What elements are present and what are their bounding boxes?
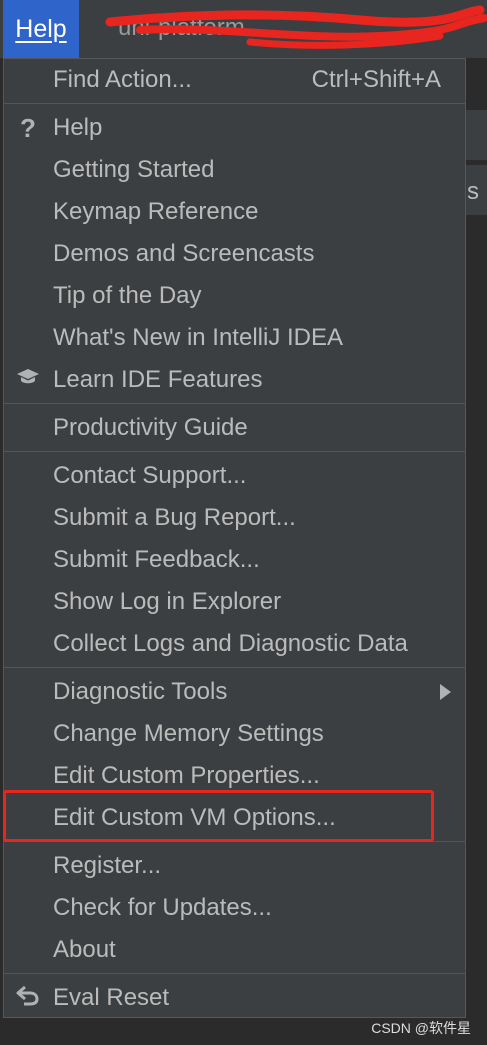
menu-item-submit-feedback[interactable]: Submit Feedback... bbox=[4, 539, 465, 581]
undo-icon bbox=[14, 984, 42, 1013]
find-action-shortcut: Ctrl+Shift+A bbox=[311, 66, 441, 93]
menu-item-help[interactable]: ? Help bbox=[4, 107, 465, 149]
menu-help[interactable]: Help bbox=[3, 0, 79, 58]
menu-item-whats-new[interactable]: What's New in IntelliJ IDEA bbox=[4, 317, 465, 359]
learn-ide-label: Learn IDE Features bbox=[53, 366, 263, 393]
background-text-fragment: s bbox=[467, 178, 479, 205]
show-log-label: Show Log in Explorer bbox=[53, 588, 282, 615]
red-scribble-redaction bbox=[105, 5, 487, 49]
about-label: About bbox=[53, 936, 116, 963]
graduation-cap-icon bbox=[14, 366, 42, 394]
register-label: Register... bbox=[53, 852, 162, 879]
separator bbox=[4, 973, 465, 974]
demos-label: Demos and Screencasts bbox=[53, 240, 315, 267]
getting-started-label: Getting Started bbox=[53, 156, 215, 183]
eval-reset-label: Eval Reset bbox=[53, 984, 170, 1011]
annotation-highlight-box bbox=[3, 790, 434, 842]
menu-item-about[interactable]: About bbox=[4, 929, 465, 971]
separator bbox=[4, 403, 465, 404]
menu-item-change-memory[interactable]: Change Memory Settings bbox=[4, 713, 465, 755]
menu-item-diagnostic-tools[interactable]: Diagnostic Tools bbox=[4, 671, 465, 713]
separator bbox=[4, 451, 465, 452]
submenu-arrow-icon bbox=[440, 684, 451, 700]
edit-properties-label: Edit Custom Properties... bbox=[53, 762, 320, 789]
menu-item-check-updates[interactable]: Check for Updates... bbox=[4, 887, 465, 929]
submit-bug-label: Submit a Bug Report... bbox=[53, 504, 296, 531]
question-icon: ? bbox=[20, 112, 36, 143]
watermark: CSDN @软件星 bbox=[371, 1020, 471, 1036]
menu-help-label: Help bbox=[15, 14, 67, 43]
find-action-label: Find Action... bbox=[53, 66, 192, 93]
check-updates-label: Check for Updates... bbox=[53, 894, 272, 921]
background-toolbar-strip bbox=[466, 110, 487, 160]
menu-item-learn-ide[interactable]: Learn IDE Features bbox=[4, 359, 465, 401]
menu-item-find-action[interactable]: Find Action... Ctrl+Shift+A bbox=[4, 59, 465, 101]
menu-item-submit-bug[interactable]: Submit a Bug Report... bbox=[4, 497, 465, 539]
separator bbox=[4, 667, 465, 668]
menu-item-getting-started[interactable]: Getting Started bbox=[4, 149, 465, 191]
productivity-guide-label: Productivity Guide bbox=[53, 414, 248, 441]
help-dropdown-menu: Find Action... Ctrl+Shift+A ? Help Getti… bbox=[3, 58, 466, 1018]
menu-item-eval-reset[interactable]: Eval Reset bbox=[4, 977, 465, 1019]
menu-item-productivity-guide[interactable]: Productivity Guide bbox=[4, 407, 465, 449]
keymap-reference-label: Keymap Reference bbox=[53, 198, 259, 225]
contact-support-label: Contact Support... bbox=[53, 462, 247, 489]
whats-new-label: What's New in IntelliJ IDEA bbox=[53, 324, 344, 351]
menu-item-collect-logs[interactable]: Collect Logs and Diagnostic Data bbox=[4, 623, 465, 665]
menu-item-contact-support[interactable]: Contact Support... bbox=[4, 455, 465, 497]
separator bbox=[4, 103, 465, 104]
change-memory-label: Change Memory Settings bbox=[53, 720, 324, 747]
menu-item-tip-of-day[interactable]: Tip of the Day bbox=[4, 275, 465, 317]
menu-item-show-log[interactable]: Show Log in Explorer bbox=[4, 581, 465, 623]
menu-item-register[interactable]: Register... bbox=[4, 845, 465, 887]
diagnostic-tools-label: Diagnostic Tools bbox=[53, 678, 228, 705]
menu-item-keymap-reference[interactable]: Keymap Reference bbox=[4, 191, 465, 233]
help-label: Help bbox=[53, 114, 103, 141]
collect-logs-label: Collect Logs and Diagnostic Data bbox=[53, 630, 408, 657]
menu-item-demos[interactable]: Demos and Screencasts bbox=[4, 233, 465, 275]
tip-of-day-label: Tip of the Day bbox=[53, 282, 202, 309]
submit-feedback-label: Submit Feedback... bbox=[53, 546, 260, 573]
menu-bar: Help uni-platform bbox=[0, 0, 487, 58]
